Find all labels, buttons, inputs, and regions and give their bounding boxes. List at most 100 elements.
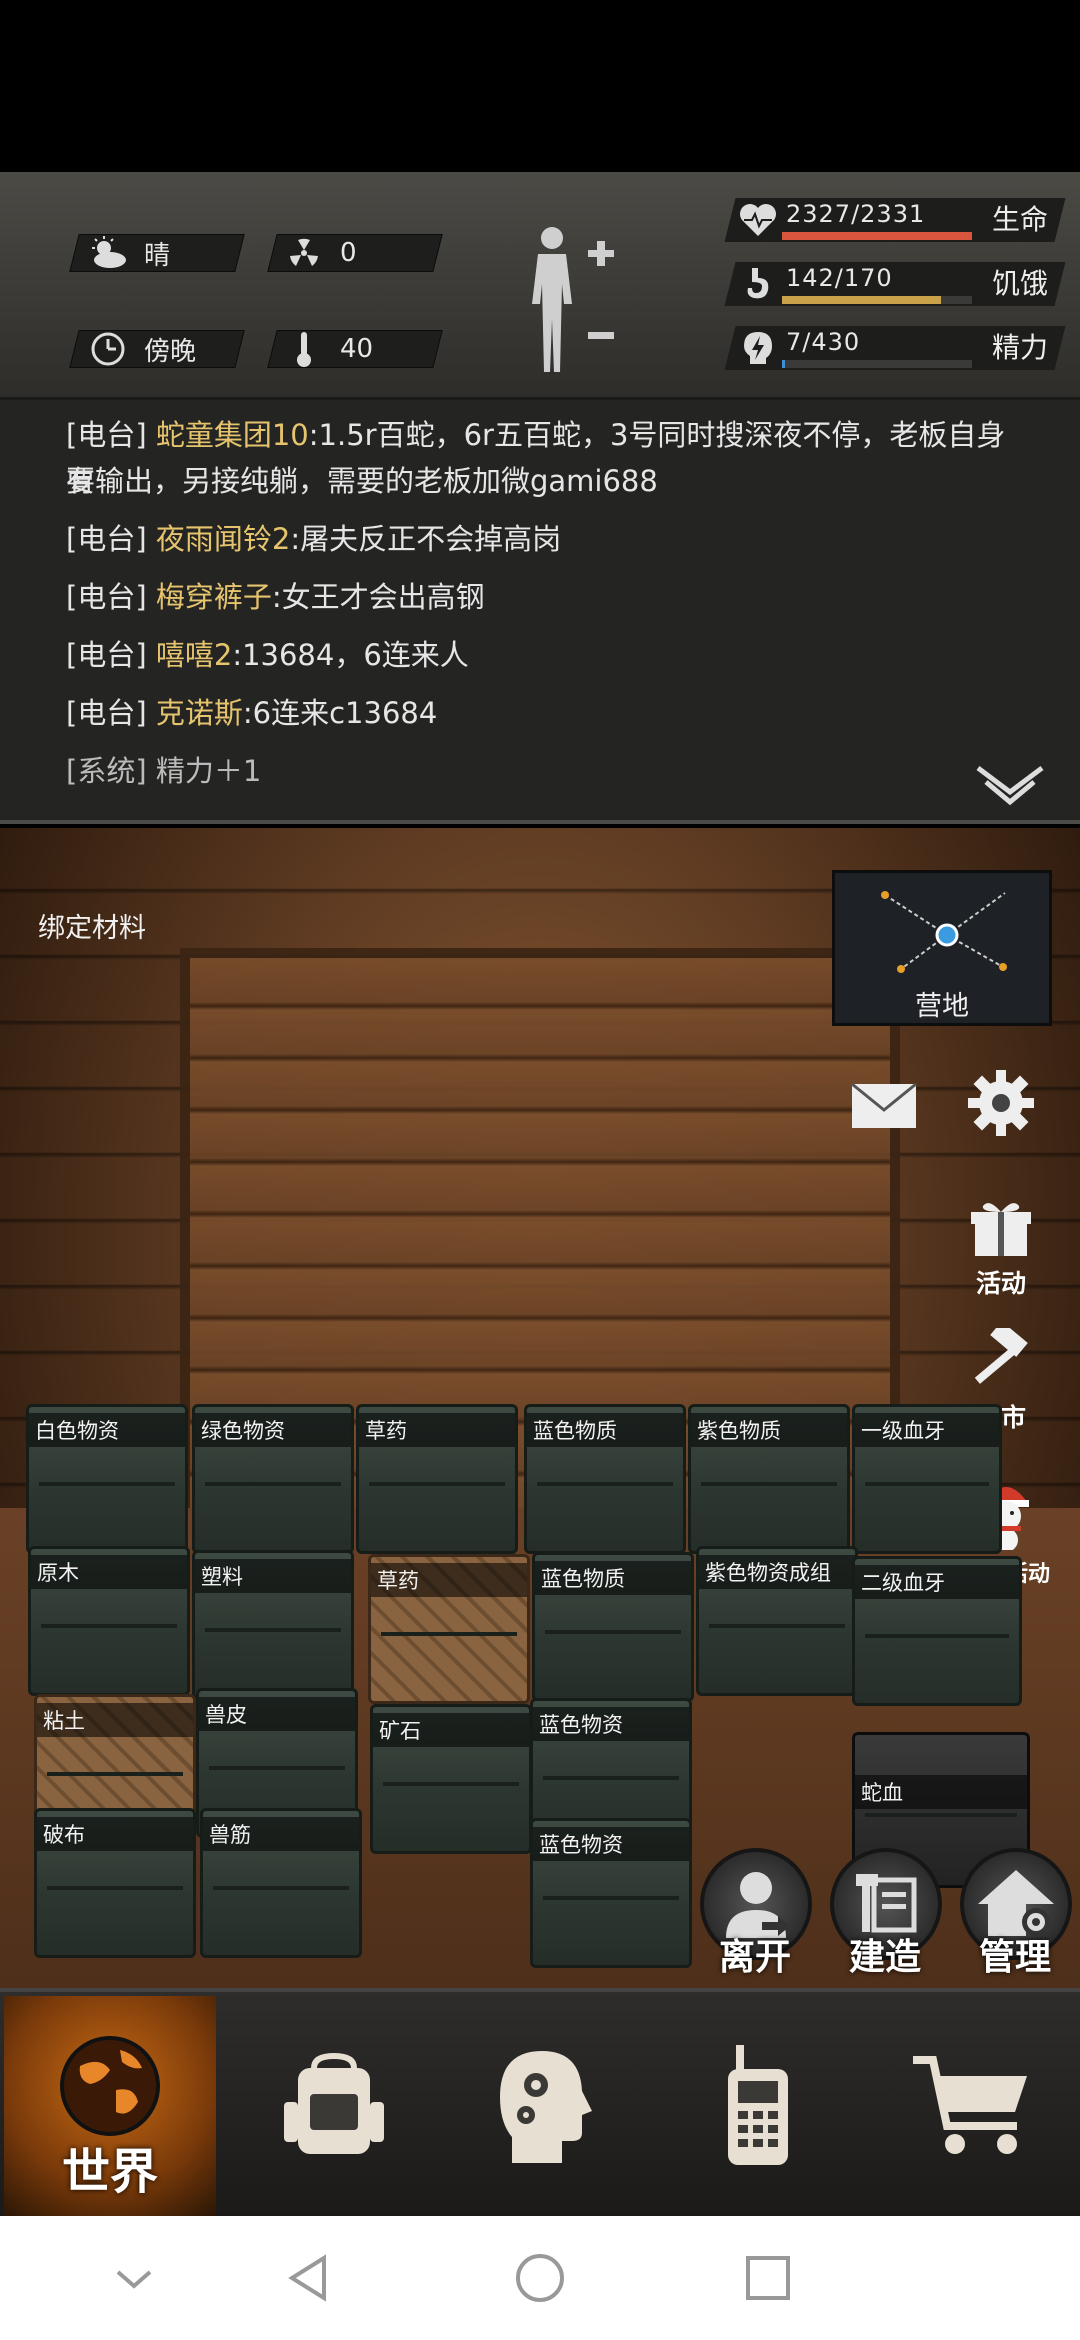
temperature-value: 40	[340, 334, 374, 364]
hunger-stat: 142/170 饥饿	[724, 262, 1070, 310]
gear-icon	[968, 1070, 1034, 1136]
energy-bar	[782, 360, 972, 368]
crate-label: 一级血牙	[855, 1413, 999, 1447]
storage-crate[interactable]: 兽筋	[200, 1808, 362, 1958]
main-tab-bar: 世界	[0, 1988, 1080, 2216]
weather-indicator[interactable]: 晴	[88, 234, 170, 272]
recents-icon[interactable]	[738, 2248, 798, 2308]
chat-sender: 夜雨闻铃2	[155, 522, 291, 556]
hunger-label: 饥饿	[992, 267, 1049, 300]
leave-label: 离开	[718, 1937, 791, 1978]
home-icon[interactable]	[510, 2248, 570, 2308]
storage-crate[interactable]: 紫色物质	[688, 1404, 850, 1554]
head-gears-icon	[500, 2051, 592, 2163]
tab-skills[interactable]	[436, 1996, 648, 2216]
tab-world[interactable]: 世界	[4, 1996, 216, 2216]
crate-label: 白色物资	[29, 1413, 185, 1447]
camp-minimap[interactable]: 营地	[832, 870, 1052, 1026]
chat-text: :女王才会出高钢	[271, 580, 485, 614]
mail-button[interactable]	[850, 1080, 918, 1132]
health-label: 生命	[992, 203, 1049, 236]
tab-radio[interactable]	[652, 1996, 864, 2216]
storage-crate[interactable]: 蓝色物资	[530, 1818, 692, 1968]
globe-icon	[60, 2036, 160, 2136]
storage-crate[interactable]: 绿色物资	[192, 1404, 354, 1554]
crate-label: 矿石	[373, 1713, 529, 1747]
backpack-icon	[284, 2052, 384, 2154]
chat-message: [电台] 梅穿裤子:女王才会出高钢	[66, 574, 1026, 620]
tab-backpack[interactable]	[228, 1996, 440, 2216]
crate-label: 紫色物质	[691, 1413, 847, 1447]
radiation-indicator[interactable]: 0	[284, 234, 357, 272]
chat-log[interactable]: [电台] 蛇童集团10:1.5r百蛇，6r五百蛇，3号同时搜深夜不停，老板自身要…	[0, 400, 1080, 824]
back-icon[interactable]	[280, 2248, 340, 2308]
crate-label: 兽皮	[199, 1697, 355, 1731]
chat-tag: [电台]	[66, 638, 147, 672]
storage-crate[interactable]: 蓝色物质	[524, 1404, 686, 1554]
storage-crate[interactable]: 原木	[28, 1546, 190, 1696]
storage-crate[interactable]: 破布	[34, 1808, 196, 1958]
map-route-icon	[881, 891, 1007, 973]
storage-crate[interactable]: 塑料	[192, 1550, 354, 1700]
status-bar-area	[0, 0, 1080, 172]
chat-text: 精力＋1	[155, 754, 262, 788]
tab-world-label: 世界	[61, 2144, 158, 2200]
storage-crate[interactable]: 白色物资	[26, 1404, 188, 1554]
chat-sender: 蛇童集团10	[155, 418, 309, 452]
hunger-value: 142/170	[786, 264, 893, 292]
storage-crate[interactable]: 蓝色物质	[532, 1552, 694, 1702]
storage-crate[interactable]: 紫色物资成组	[696, 1546, 858, 1696]
chat-message: [电台] 嘻嘻2:13684，6连来人	[66, 632, 1026, 678]
manage-label: 管理	[978, 1937, 1051, 1978]
chat-sender: 嘻嘻2	[155, 638, 233, 672]
health-bar-fill	[782, 232, 972, 240]
chat-message: 有输出，另接纯躺，需要的老板加微gami688	[66, 458, 1026, 504]
body-status-button[interactable]	[520, 224, 630, 374]
system-nav-bar	[0, 2216, 1080, 2340]
crate-label: 蓝色物质	[527, 1413, 683, 1447]
storage-crate[interactable]: 矿石	[370, 1704, 532, 1854]
time-indicator[interactable]: 傍晚	[88, 330, 196, 368]
build-label: 建造	[848, 1937, 921, 1978]
storage-crate[interactable]: 二级血牙	[852, 1556, 1022, 1706]
envelope-icon	[851, 1082, 917, 1128]
sun-cloud-icon	[88, 233, 128, 273]
crate-label: 蓝色物资	[533, 1707, 689, 1741]
chat-text: 有输出，另接纯躺，需要的老板加微gami688	[66, 464, 658, 498]
brain-bolt-icon	[738, 328, 778, 368]
camp-storage-room: 绑定材料 营地 活动 黑市 双旦活动 白色物资 绿色物资 草药 蓝色物质 紫色物…	[0, 828, 1080, 1988]
chat-tag: [电台]	[66, 418, 147, 452]
storage-crate[interactable]: 一级血牙	[852, 1404, 1002, 1554]
energy-stat: 7/430 精力	[724, 326, 1070, 374]
crate-label: 绿色物资	[195, 1413, 351, 1447]
settings-button[interactable]	[966, 1068, 1036, 1138]
tab-shop[interactable]	[866, 1996, 1078, 2216]
crate-label: 蛇血	[855, 1775, 1027, 1809]
health-value: 2327/2331	[786, 200, 926, 228]
health-stat: 2327/2331 生命	[724, 198, 1070, 246]
crate-label: 紫色物资成组	[699, 1555, 855, 1589]
chevron-down-icon[interactable]	[104, 2248, 164, 2308]
chat-text: :13684，6连来人	[232, 638, 469, 672]
weather-text: 晴	[144, 240, 171, 271]
chat-tag: [电台]	[66, 696, 147, 730]
stomach-icon	[738, 264, 778, 304]
crate-label: 草药	[359, 1413, 515, 1447]
chat-message: [电台] 克诺斯:6连来c13684	[66, 690, 1026, 736]
walkie-talkie-icon	[728, 2045, 788, 2165]
minimap-label: 营地	[915, 991, 969, 1022]
crate-label: 破布	[37, 1817, 193, 1851]
crate-label: 二级血牙	[855, 1565, 1019, 1599]
crate-label: 兽筋	[203, 1817, 359, 1851]
chat-tag: [系统]	[66, 754, 147, 788]
chat-expand-button[interactable]	[970, 760, 1050, 810]
chat-tag: [电台]	[66, 580, 147, 614]
crate-label: 塑料	[195, 1559, 351, 1593]
storage-crate[interactable]: 草药	[356, 1404, 518, 1554]
activity-button[interactable]: 活动	[946, 1198, 1056, 1300]
temperature-indicator[interactable]: 40	[284, 330, 373, 368]
bind-materials-label[interactable]: 绑定材料	[38, 906, 146, 945]
storage-crate[interactable]: 草药	[368, 1554, 530, 1704]
hunger-bar-fill	[782, 296, 941, 304]
status-panel: 晴 0 傍晚 40 2327/2331 生命 142/170 饥饿 7/430 …	[0, 172, 1080, 400]
